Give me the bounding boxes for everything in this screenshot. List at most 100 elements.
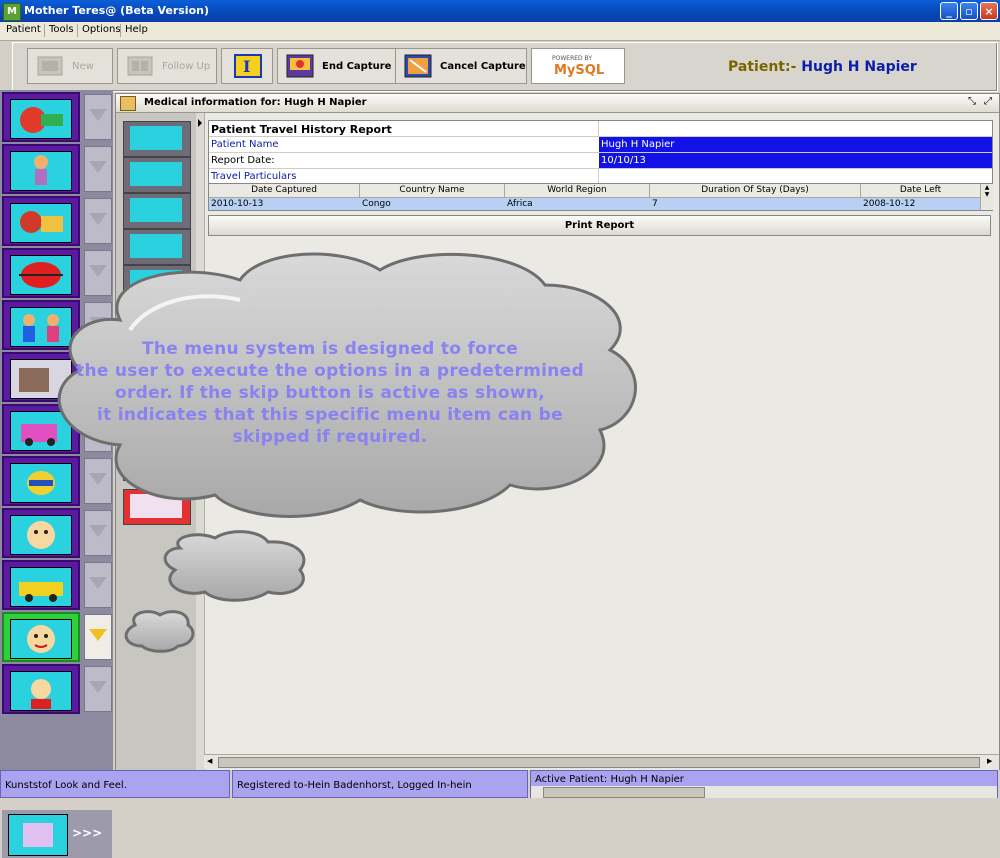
table-row[interactable]: 2010-10-13 Congo Africa 7 2008-10-12 [209, 198, 980, 210]
report-title-row: Patient Travel History Report [209, 121, 992, 137]
patient-banner: Patient:- Hugh H Napier [728, 59, 917, 75]
column-header[interactable]: Country Name [360, 185, 504, 195]
patient-name-value-cell: Hugh H Napier [599, 137, 992, 152]
nav-tile[interactable] [2, 92, 80, 142]
nav-item-travel [2, 456, 112, 506]
menu-separator [120, 24, 121, 37]
skip-button[interactable] [84, 198, 112, 244]
nav-tile[interactable] [2, 196, 80, 246]
minimize-frame-icon[interactable]: ⤡ [968, 96, 976, 107]
text-cursor-button[interactable]: I [221, 48, 273, 84]
skip-button[interactable] [84, 94, 112, 140]
column-header[interactable]: World Region [505, 185, 649, 195]
scroll-thumb[interactable] [218, 757, 980, 768]
title-bar: M Mother Teres@ (Beta Version) _ ▫ × [0, 0, 1000, 22]
status-scrollbar[interactable] [531, 786, 997, 798]
menu-bar: Patient Tools Options Help [0, 22, 1000, 41]
arrow-down-icon [89, 265, 107, 277]
nav-item-allergy [2, 248, 112, 298]
nav-item-family [2, 196, 112, 246]
nav-tile[interactable] [2, 456, 80, 506]
skip-button[interactable] [84, 666, 112, 712]
status-laf: Kunststof Look and Feel. [0, 770, 230, 798]
column-header[interactable]: Date Captured [209, 185, 359, 195]
scroll-right-icon[interactable]: ▶ [987, 757, 992, 765]
scroll-thumb[interactable] [543, 787, 705, 798]
arrow-down-icon [89, 577, 107, 589]
skip-button[interactable] [84, 510, 112, 556]
medical-icon [10, 99, 72, 139]
maximize-button[interactable]: ▫ [960, 2, 978, 20]
svg-text:I: I [243, 57, 250, 76]
sub-nav-medical[interactable] [123, 121, 191, 157]
skip-button[interactable] [84, 146, 112, 192]
menu-tools[interactable]: Tools [47, 24, 76, 35]
table-cell: 2008-10-12 [863, 199, 916, 209]
sub-nav-travel-selected[interactable] [123, 489, 191, 525]
skip-button[interactable] [84, 562, 112, 608]
sub-nav-allergy[interactable] [123, 229, 191, 265]
family-icon [130, 162, 182, 186]
menu-options[interactable]: Options [80, 24, 123, 35]
arrow-down-icon [89, 213, 107, 225]
window-title: Mother Teres@ (Beta Version) [24, 4, 209, 17]
body-icon [10, 151, 72, 191]
nav-tile[interactable] [2, 508, 80, 558]
sub-nav-body[interactable] [123, 193, 191, 229]
table-scrollbar[interactable]: ▲ ▼ [980, 184, 993, 210]
table-cell: 2010-10-13 [211, 199, 264, 209]
maximize-frame-icon[interactable]: ⤢ [984, 96, 992, 107]
table-cell: Africa [507, 199, 533, 209]
column-header[interactable]: Duration Of Stay (Days) [650, 185, 860, 195]
print-report-button[interactable]: Print Report [208, 215, 991, 236]
skip-button[interactable] [84, 250, 112, 296]
arrow-down-icon [89, 681, 107, 693]
sub-nav-family[interactable] [123, 157, 191, 193]
allergy-icon [130, 234, 182, 258]
report-title: Patient Travel History Report [211, 123, 392, 136]
nav-tile[interactable] [2, 144, 80, 194]
travel-icon [10, 463, 72, 503]
skip-button-active[interactable] [84, 614, 112, 660]
arrow-down-icon [89, 629, 107, 641]
follow-up-button-label: Follow Up [162, 61, 211, 72]
cell-divider [598, 121, 599, 136]
new-button[interactable]: New [27, 48, 113, 84]
arrow-down-icon [89, 109, 107, 121]
more-items-button[interactable]: >>> [2, 810, 112, 858]
report-row: Patient Name Hugh H Napier [209, 137, 992, 153]
scroll-left-icon[interactable]: ◀ [207, 757, 212, 765]
arrow-down-icon [89, 317, 107, 329]
nav-item-current [2, 612, 112, 662]
family-icon [10, 203, 72, 243]
end-capture-button[interactable]: End Capture [277, 48, 403, 84]
cancel-capture-button[interactable]: Cancel Capture [395, 48, 527, 84]
patient-name-label: Patient Name [211, 139, 279, 150]
menu-separator [44, 24, 45, 37]
sub-nav-vehicle[interactable] [123, 445, 191, 481]
minimize-button[interactable]: _ [940, 2, 958, 20]
nav-tile-active[interactable] [2, 612, 80, 662]
collapse-arrow-icon[interactable] [198, 119, 202, 127]
travel-report: Patient Travel History Report Patient Na… [208, 120, 993, 185]
reading-icon [8, 814, 68, 856]
mysql-logo-text: MySQL [554, 63, 605, 78]
close-button[interactable]: × [980, 2, 998, 20]
follow-up-icon [126, 54, 154, 78]
follow-up-button[interactable]: Follow Up [117, 48, 217, 84]
column-header[interactable]: Date Left [861, 185, 980, 195]
skip-button[interactable] [84, 458, 112, 504]
app-icon: M [3, 3, 21, 21]
mysql-powered-text: POWERED BY [552, 55, 593, 62]
frame-icon [120, 96, 136, 111]
nav-tile[interactable] [2, 248, 80, 298]
status-bar: Kunststof Look and Feel. Registered to-H… [0, 770, 1000, 800]
menu-patient[interactable]: Patient [4, 24, 43, 35]
horizontal-scrollbar[interactable]: ◀ ▶ [204, 754, 999, 769]
nav-tile[interactable] [2, 664, 80, 714]
medical-icon [130, 126, 182, 150]
sub-nav-contacts[interactable] [123, 265, 191, 301]
nav-tile[interactable] [2, 560, 80, 610]
menu-help[interactable]: Help [123, 24, 150, 35]
arrow-down-icon [89, 525, 107, 537]
